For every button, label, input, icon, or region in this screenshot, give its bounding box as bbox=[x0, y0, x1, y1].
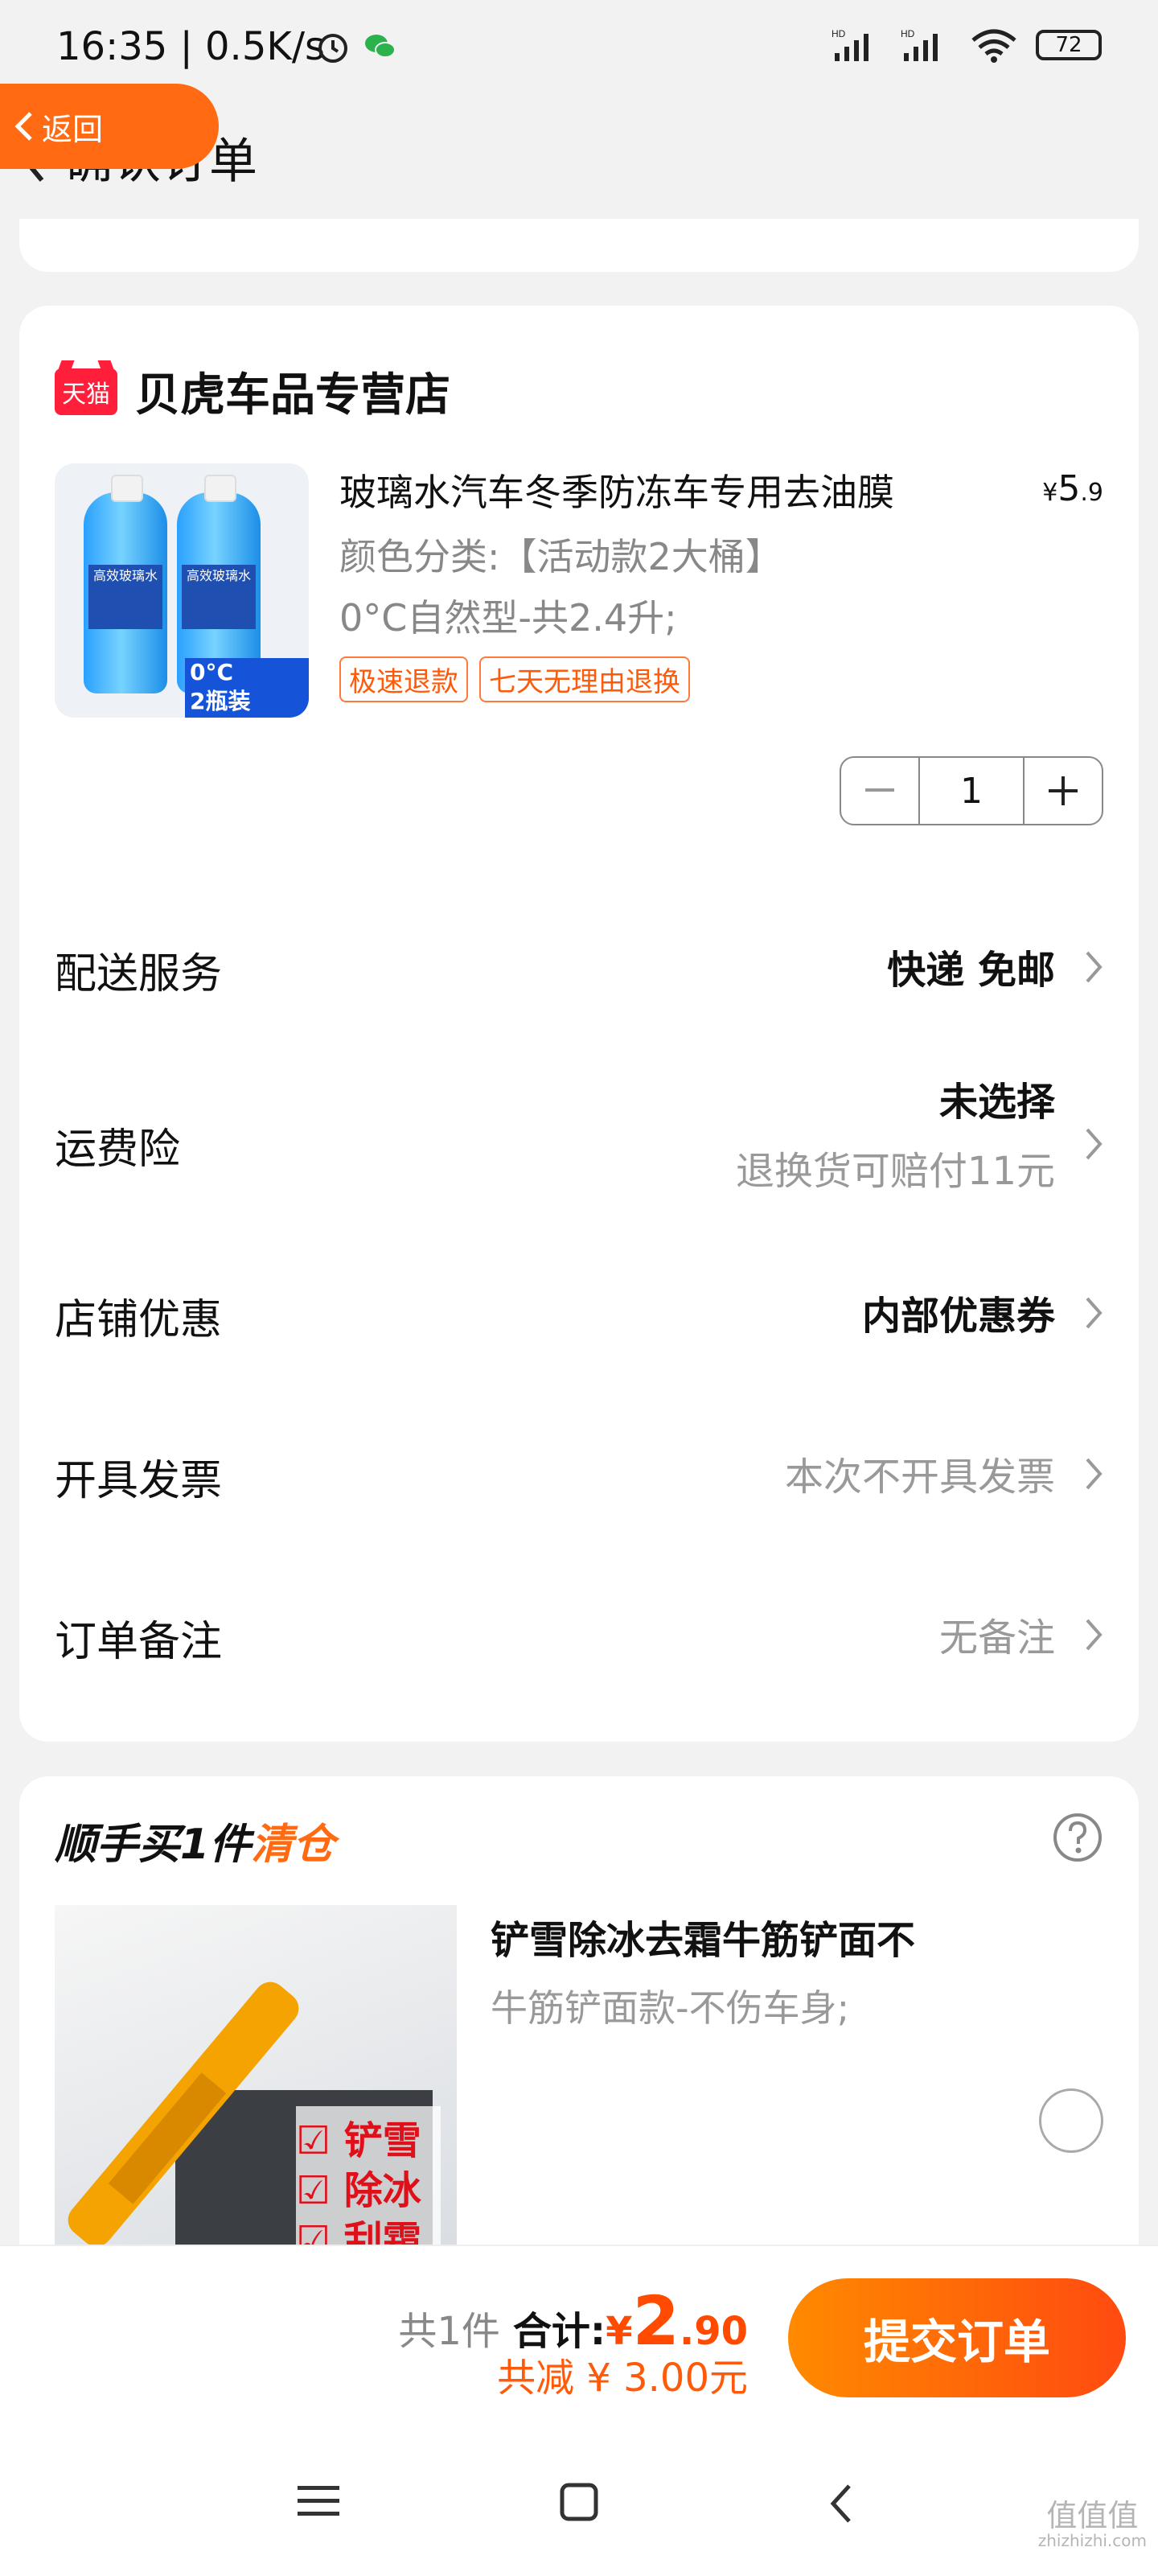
row-subvalue: 退换货可赔付11元 bbox=[735, 1149, 1055, 1194]
store-header[interactable]: 天猫 贝虎车品专营店 bbox=[55, 359, 450, 424]
back-badge-label: 返回 bbox=[42, 111, 104, 147]
home-icon[interactable] bbox=[560, 2483, 598, 2521]
decrease-button[interactable] bbox=[841, 758, 918, 824]
product-spec[interactable]: 颜色分类:【活动款2大桶】 bbox=[339, 528, 782, 581]
submit-order-button[interactable]: 提交订单 bbox=[788, 2278, 1126, 2397]
chevron-right-icon bbox=[1086, 1128, 1103, 1160]
product-promo-tag: 0°C 2瓶装 bbox=[185, 658, 309, 718]
wifi-icon bbox=[971, 29, 1016, 63]
chevron-right-icon bbox=[1086, 1619, 1103, 1651]
quantity-input[interactable]: 1 bbox=[918, 758, 1025, 824]
row-value: 内部优惠券 bbox=[861, 1294, 1055, 1339]
chevron-right-icon bbox=[1086, 1297, 1103, 1329]
row-delivery[interactable]: 配送服务 快递 免邮 bbox=[55, 925, 1103, 1006]
signal-hd-icon-2: HD bbox=[901, 28, 938, 61]
row-label: 店铺优惠 bbox=[55, 1296, 223, 1344]
quantity-stepper: 1 bbox=[840, 756, 1103, 825]
row-shipping-insurance[interactable]: 运费险 未选择 退换货可赔付11元 bbox=[55, 1070, 1103, 1215]
row-label: 运费险 bbox=[55, 1125, 181, 1174]
product-title[interactable]: 玻璃水汽车冬季防冻车专用去油膜 bbox=[339, 463, 894, 516]
row-value: 快递 免邮 bbox=[887, 948, 1055, 993]
row-order-note[interactable]: 订单备注 无备注 bbox=[55, 1593, 1103, 1673]
back-badge-button[interactable]: 返回 bbox=[0, 84, 219, 169]
chevron-right-icon bbox=[1086, 951, 1103, 983]
row-invoice[interactable]: 开具发票 本次不开具发票 bbox=[55, 1432, 1103, 1512]
addon-product-image[interactable]: ☑ 铲雪 ☑ 除冰 ☑ 刮霜 bbox=[55, 1905, 457, 2259]
wechat-icon bbox=[365, 35, 396, 58]
addon-title: 顺手买1件清仓 bbox=[55, 1821, 335, 1869]
checkbox-icon: ☑ bbox=[296, 2118, 344, 2163]
chevron-left-icon bbox=[14, 112, 32, 141]
row-value: 无备注 bbox=[938, 1615, 1055, 1660]
watermark: 值值值 zhizhizhi.com bbox=[1037, 2498, 1147, 2550]
row-value: 未选择 bbox=[938, 1080, 1055, 1125]
address-card-partial bbox=[19, 219, 1139, 272]
row-label: 开具发票 bbox=[55, 1457, 223, 1505]
help-icon[interactable] bbox=[1052, 1812, 1103, 1863]
increase-button[interactable] bbox=[1025, 758, 1102, 824]
addon-product-spec: 牛筋铲面款-不伤车身; bbox=[491, 1986, 850, 2030]
tmall-logo: 天猫 bbox=[55, 368, 117, 415]
status-icons: HD HD 72 bbox=[832, 27, 1102, 63]
row-value: 本次不开具发票 bbox=[784, 1455, 1055, 1500]
plus-icon bbox=[1049, 776, 1078, 805]
bottle-graphic: 高效玻璃水 bbox=[84, 475, 167, 693]
row-store-discount[interactable]: 店铺优惠 内部优惠券 bbox=[55, 1271, 1103, 1352]
menu-icon[interactable] bbox=[298, 2483, 339, 2518]
product-image[interactable]: 高效玻璃水 高效玻璃水 0°C 2瓶装 bbox=[55, 463, 309, 718]
minus-icon bbox=[865, 788, 894, 792]
service-tag: 极速退款 bbox=[339, 656, 468, 702]
system-nav-bar bbox=[0, 2454, 1158, 2574]
product-price: ¥5.9 bbox=[1042, 468, 1103, 509]
chevron-right-icon bbox=[1086, 1458, 1103, 1490]
row-label: 订单备注 bbox=[55, 1618, 223, 1666]
back-icon[interactable] bbox=[828, 2483, 854, 2525]
product-spec-2[interactable]: 0°C自然型-共2.4升; bbox=[339, 589, 677, 642]
status-time: 16:35 | 0.5K/s bbox=[56, 24, 326, 69]
svg-text:HD: HD bbox=[901, 28, 915, 39]
addon-image-labels: ☑ 铲雪 ☑ 除冰 ☑ 刮霜 bbox=[296, 2116, 421, 2259]
row-label: 配送服务 bbox=[55, 950, 223, 998]
battery-icon: 72 bbox=[1036, 30, 1102, 60]
store-card: 天猫 贝虎车品专营店 高效玻璃水 高效玻璃水 0°C 2瓶装 玻璃水汽车冬季防冻… bbox=[19, 306, 1139, 1742]
addon-select-radio[interactable] bbox=[1039, 2088, 1103, 2153]
service-tags: 极速退款 七天无理由退换 bbox=[339, 656, 690, 702]
addon-product-name[interactable]: 铲雪除冰去霜牛筋铲面不 bbox=[491, 1908, 915, 1965]
discount-text: 共减 ¥ 3.00元 bbox=[497, 2356, 748, 2401]
svg-text:HD: HD bbox=[832, 28, 846, 39]
item-count: 共1件 bbox=[398, 2309, 500, 2354]
checkbox-icon: ☑ bbox=[296, 2168, 344, 2213]
service-tag: 七天无理由退换 bbox=[479, 656, 690, 702]
alarm-icon bbox=[318, 34, 347, 63]
signal-hd-icon: HD bbox=[832, 28, 868, 61]
addon-card: 顺手买1件清仓 ☑ 铲雪 ☑ 除冰 ☑ 刮霜 铲雪除冰去霜牛筋铲面不 牛筋铲面款… bbox=[19, 1776, 1139, 2259]
store-name: 贝虎车品专营店 bbox=[135, 369, 450, 422]
